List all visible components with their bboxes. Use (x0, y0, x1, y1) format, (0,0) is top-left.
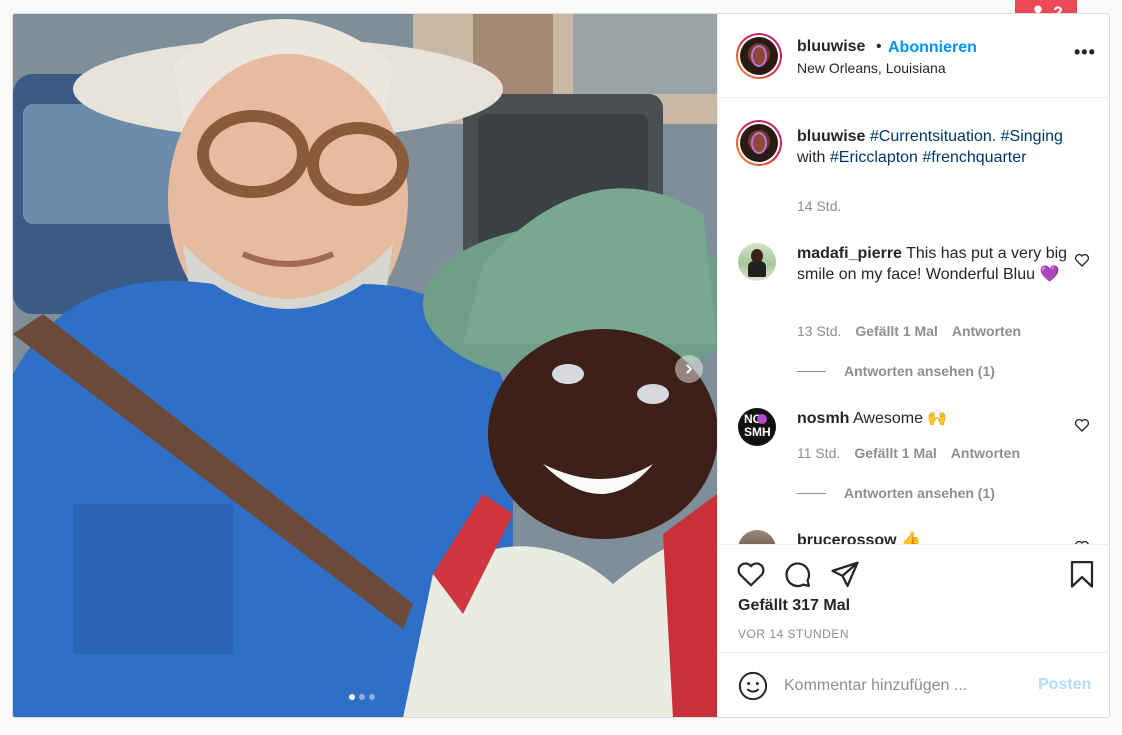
comment-meta: 11 Std. Gefällt 1 Mal Antworten (797, 445, 1020, 461)
more-options-icon[interactable]: ••• (1074, 42, 1096, 63)
caption-text-part: . (991, 128, 1001, 145)
chevron-right-icon (686, 364, 693, 374)
emoji-icon[interactable] (738, 671, 768, 701)
likes-count[interactable]: Gefällt 317 Mal (738, 597, 850, 615)
comment-body: Awesome 🙌 (853, 410, 948, 427)
view-replies-label[interactable]: Antworten ansehen (1) (844, 363, 995, 379)
follow-button[interactable]: Abonnieren (888, 39, 977, 57)
comment-composer: Posten (718, 652, 1109, 717)
comment-text: brucerossow 👍 (797, 530, 1072, 544)
post-container: bluuwise • Abonnieren New Orleans, Louis… (12, 13, 1110, 718)
view-replies[interactable]: Antworten ansehen (1) (797, 363, 995, 379)
caption-time[interactable]: 14 Std. (797, 198, 841, 214)
comment-username[interactable]: madafi_pierre (797, 245, 902, 262)
comment-username[interactable]: nosmh (797, 410, 849, 427)
comment-avatar[interactable] (738, 243, 776, 281)
comment-body: 👍 (901, 532, 921, 544)
comment-avatar[interactable] (738, 530, 776, 544)
post-time[interactable]: VOR 14 STUNDEN (738, 627, 849, 641)
hashtag-link[interactable]: #Ericclapton (830, 149, 918, 166)
carousel-dot (369, 694, 375, 700)
caption-meta: 14 Std. (797, 198, 841, 214)
view-replies-label[interactable]: Antworten ansehen (1) (844, 485, 995, 501)
post-photo[interactable] (13, 14, 717, 717)
header-separator: • (876, 38, 882, 55)
hashtag-link[interactable]: #frenchquarter (922, 149, 1026, 166)
like-comment-icon[interactable] (1074, 252, 1090, 268)
comment-text: nosmh Awesome 🙌 (797, 408, 1072, 429)
comment-username[interactable]: brucerossow (797, 532, 897, 544)
caption-avatar[interactable] (736, 120, 782, 166)
post-sidebar: bluuwise • Abonnieren New Orleans, Louis… (717, 14, 1109, 717)
comment-meta: 13 Std. Gefällt 1 Mal Antworten (797, 323, 1021, 339)
caption-text-part: with (797, 149, 830, 166)
comment-likes[interactable]: Gefällt 1 Mal (854, 445, 936, 461)
post-comment-button[interactable]: Posten (1038, 676, 1091, 694)
hashtag-link[interactable]: #Singing (1001, 128, 1063, 145)
carousel-dot (359, 694, 365, 700)
page: 2 (0, 0, 1122, 735)
like-comment-icon[interactable] (1074, 417, 1090, 433)
comment-text: madafi_pierre This has put a very big sm… (797, 243, 1072, 285)
comment-likes[interactable]: Gefällt 1 Mal (855, 323, 937, 339)
view-replies[interactable]: Antworten ansehen (1) (797, 485, 995, 501)
comment-time[interactable]: 11 Std. (797, 445, 840, 461)
carousel-indicator (349, 694, 375, 700)
avatar[interactable] (736, 33, 782, 79)
comment-input[interactable] (784, 673, 1034, 699)
header-username[interactable]: bluuwise (797, 38, 865, 56)
carousel-dot (349, 694, 355, 700)
caption-text: bluuwise #Currentsituation. #Singing wit… (797, 126, 1072, 168)
hashtag-link[interactable]: #Currentsituation (870, 128, 992, 145)
post-actions: Gefällt 317 Mal VOR 14 STUNDEN (718, 544, 1109, 652)
post-header: bluuwise • Abonnieren New Orleans, Louis… (718, 14, 1109, 98)
comment-time[interactable]: 13 Std. (797, 323, 841, 339)
share-icon[interactable] (830, 559, 860, 589)
comments-section[interactable]: bluuwise #Currentsituation. #Singing wit… (718, 99, 1109, 544)
next-slide-button[interactable] (675, 355, 703, 383)
bookmark-icon[interactable] (1067, 559, 1097, 589)
caption-username[interactable]: bluuwise (797, 128, 865, 145)
comment-icon[interactable] (782, 559, 812, 589)
reply-button[interactable]: Antworten (952, 323, 1021, 339)
reply-button[interactable]: Antworten (951, 445, 1020, 461)
photo-illustration (13, 14, 717, 717)
heart-icon[interactable] (736, 559, 766, 589)
location-link[interactable]: New Orleans, Louisiana (797, 60, 946, 76)
comment-avatar[interactable]: NO SMH (738, 408, 776, 446)
